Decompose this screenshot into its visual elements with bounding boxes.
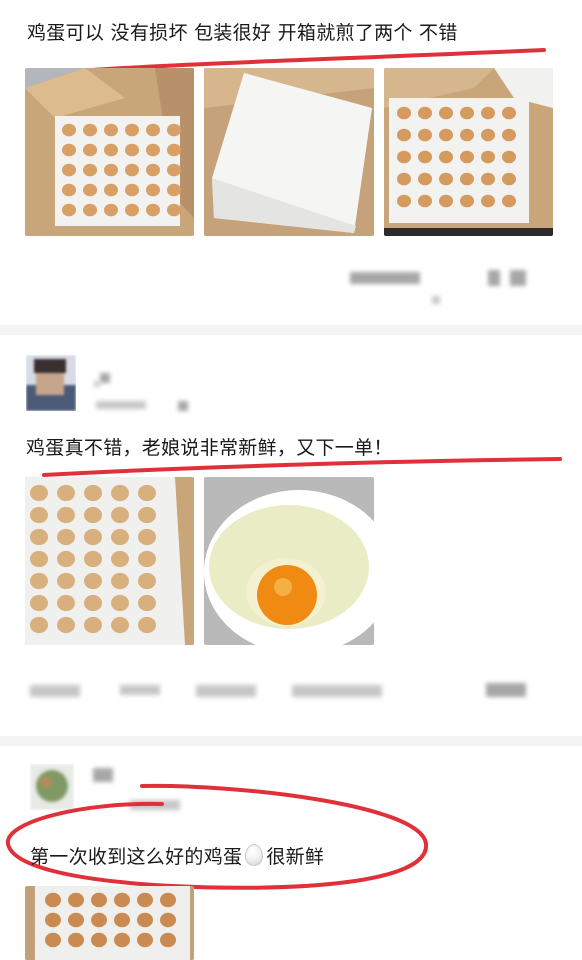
review-1: 鸡蛋可以 没有损坏 包装很好 开箱就煎了两个 不错	[0, 0, 582, 322]
egg-emoji-icon	[245, 844, 264, 866]
blurred-username	[94, 381, 100, 387]
review-photo[interactable]	[25, 68, 194, 236]
review-photo[interactable]	[25, 886, 194, 960]
blurred-meta	[350, 272, 420, 284]
blurred-meta	[30, 685, 80, 697]
review-photo[interactable]	[384, 68, 553, 236]
blurred-meta	[488, 270, 500, 286]
review-text: 第一次收到这么好的鸡蛋 很新鲜	[30, 842, 324, 869]
review-text-part: 第一次收到这么好的鸡蛋	[30, 846, 243, 868]
review-3: 第一次收到这么好的鸡蛋 很新鲜	[0, 746, 582, 960]
blurred-meta	[120, 685, 160, 695]
review-photo[interactable]	[204, 68, 374, 236]
blurred-date	[178, 401, 188, 411]
blurred-date	[130, 800, 180, 810]
blurred-date	[96, 401, 146, 409]
review-text-part: 很新鲜	[266, 846, 325, 868]
blurred-meta	[196, 685, 256, 697]
blurred-username	[100, 373, 110, 383]
review-text: 鸡蛋真不错，老娘说非常新鲜，又下一单！	[26, 437, 393, 459]
blurred-meta	[432, 296, 440, 304]
review-2: 鸡蛋真不错，老娘说非常新鲜，又下一单！	[0, 335, 582, 735]
blurred-meta	[292, 685, 382, 697]
review-photo[interactable]	[25, 477, 194, 645]
review-photo[interactable]	[204, 477, 374, 645]
avatar[interactable]	[26, 355, 76, 411]
avatar[interactable]	[30, 764, 74, 810]
section-divider	[0, 736, 582, 746]
blurred-username	[93, 768, 113, 782]
blurred-meta	[510, 270, 526, 286]
section-divider	[0, 325, 582, 335]
review-text: 鸡蛋可以 没有损坏 包装很好 开箱就煎了两个 不错	[27, 22, 458, 44]
blurred-meta	[486, 683, 526, 697]
